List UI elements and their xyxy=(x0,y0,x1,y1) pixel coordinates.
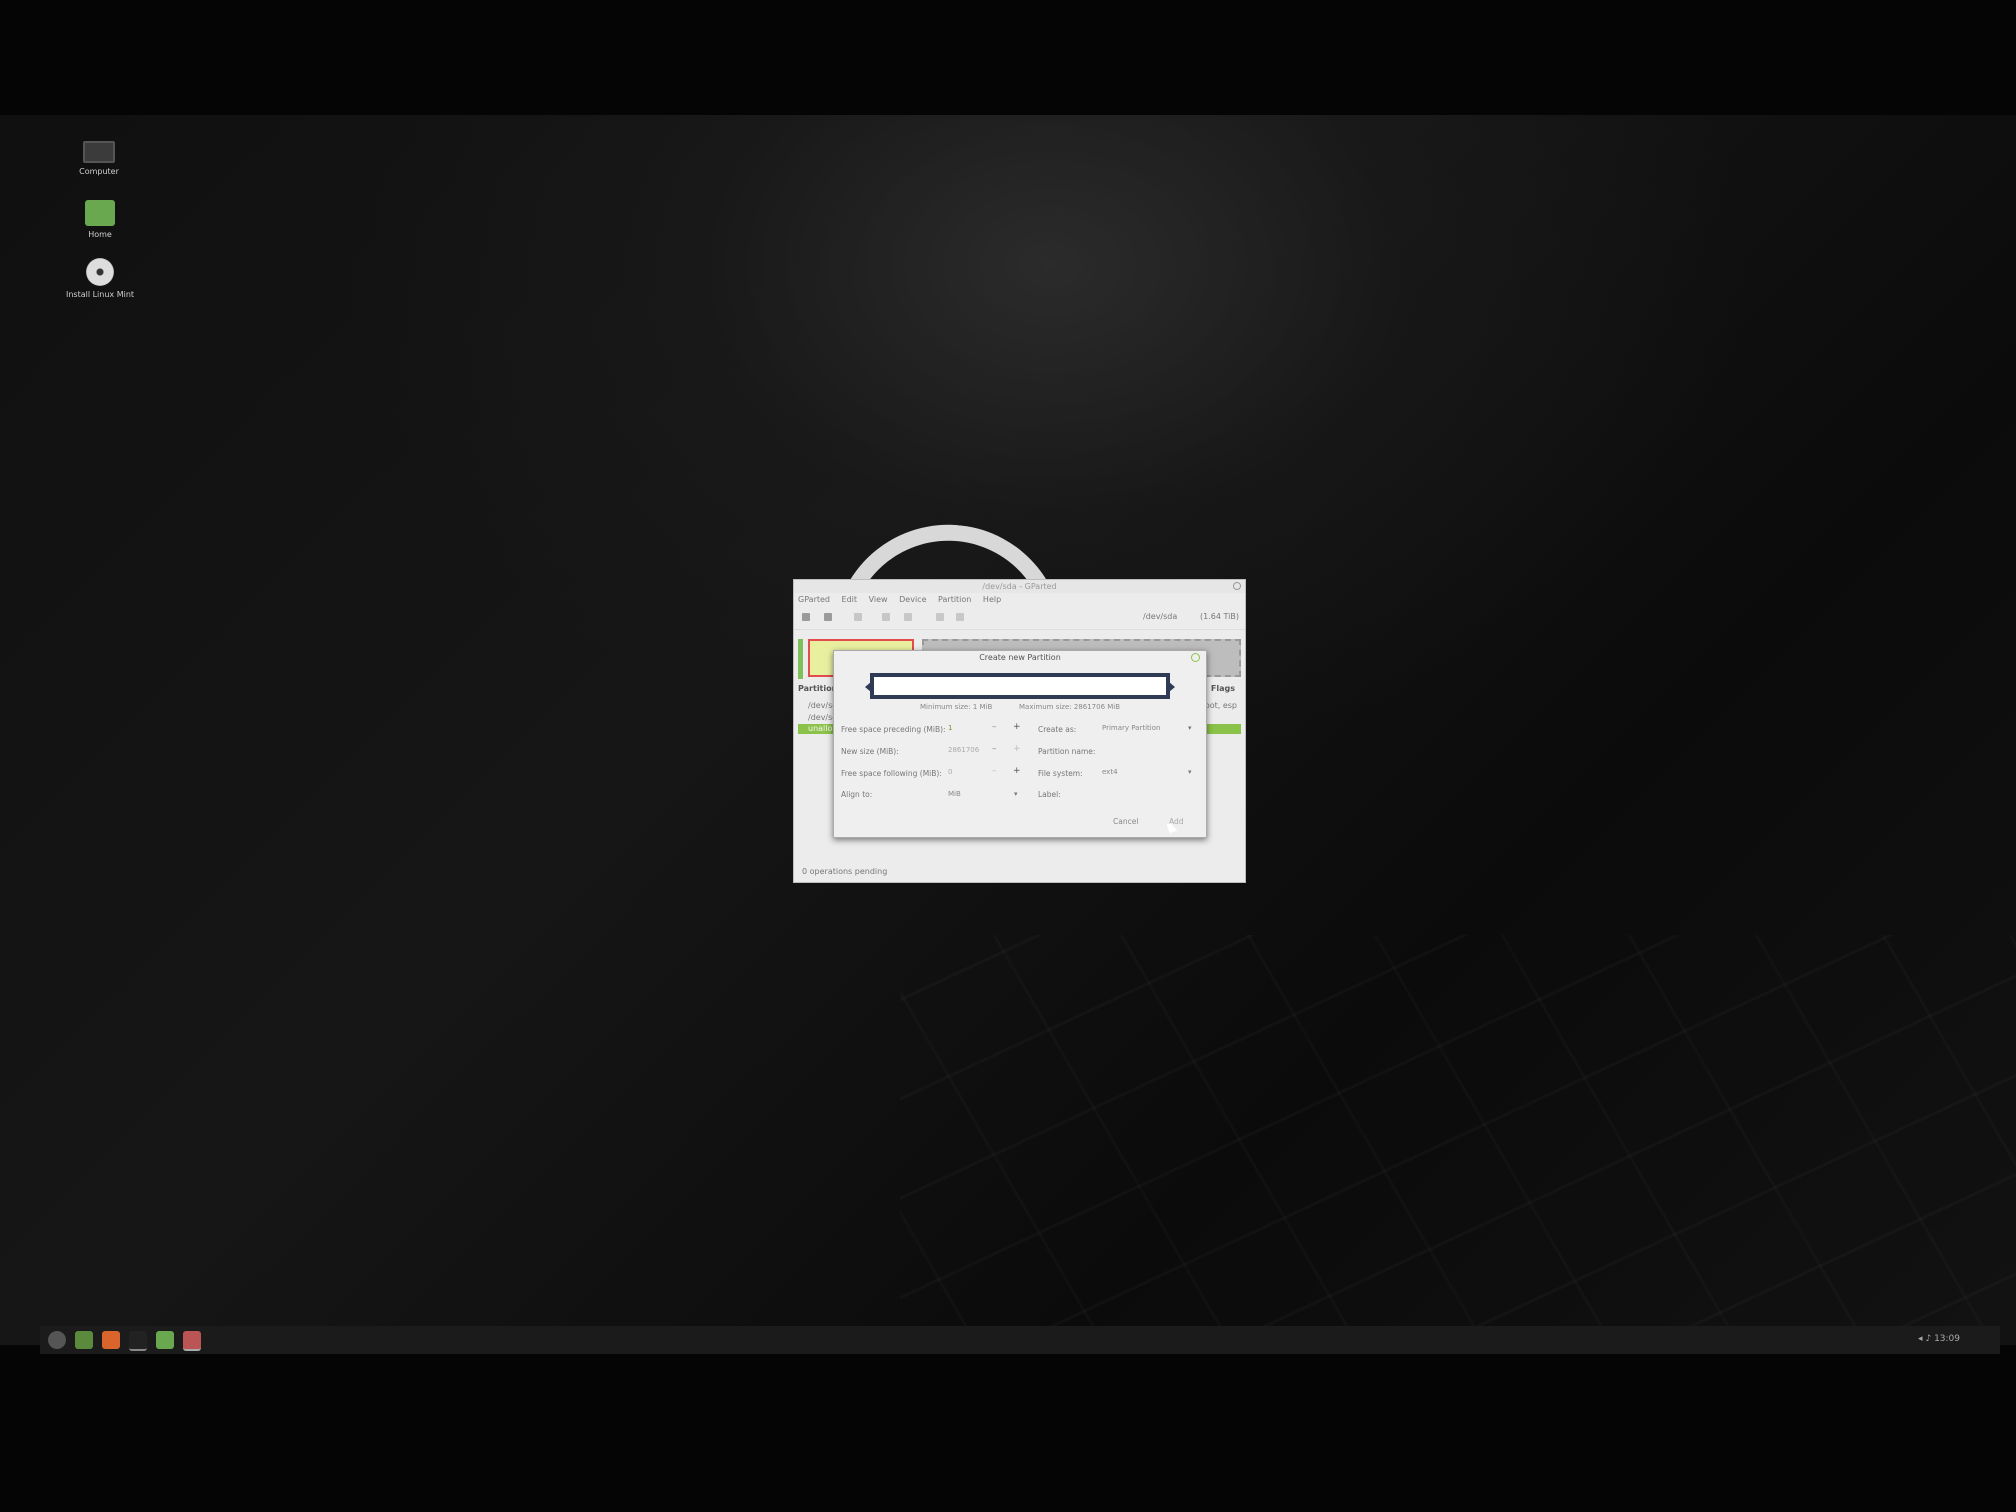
plus-icon[interactable]: + xyxy=(1013,722,1021,732)
menu-icon[interactable] xyxy=(48,1331,66,1349)
minus-icon[interactable]: – xyxy=(992,744,997,754)
new-icon[interactable] xyxy=(802,613,810,621)
desktop-icon-install[interactable]: Install Linux Mint xyxy=(45,258,155,299)
desktop-icon-label: Install Linux Mint xyxy=(65,290,135,299)
gparted-task-icon[interactable] xyxy=(183,1331,201,1351)
file-system-select[interactable]: ext4 xyxy=(1102,768,1118,776)
menu-help[interactable]: Help xyxy=(983,595,1001,604)
free-space-following-label: Free space following (MiB): xyxy=(841,769,942,778)
partition-block-efi[interactable] xyxy=(798,639,803,679)
close-icon[interactable] xyxy=(1233,582,1241,590)
desktop-icon-computer[interactable]: Computer xyxy=(44,141,154,176)
free-space-preceding-label: Free space preceding (MiB): xyxy=(841,725,946,734)
align-to-label: Align to: xyxy=(841,790,873,799)
status-bar: 0 operations pending xyxy=(802,867,888,876)
files-icon[interactable] xyxy=(156,1331,174,1349)
new-size-field[interactable]: 2861706 xyxy=(948,746,979,754)
menu-partition[interactable]: Partition xyxy=(938,595,971,604)
device-name: /dev/sda xyxy=(1143,612,1178,621)
toolbar: /dev/sda (1.64 TiB) xyxy=(794,607,1245,630)
network-icon[interactable]: ◂ xyxy=(1918,1334,1923,1344)
minus-icon[interactable]: – xyxy=(992,722,997,732)
resize-icon[interactable] xyxy=(854,613,862,621)
show-desktop-icon[interactable] xyxy=(75,1331,93,1349)
chevron-down-icon[interactable]: ▾ xyxy=(1014,790,1018,798)
dialog-titlebar[interactable]: Create new Partition xyxy=(834,651,1206,665)
create-as-select[interactable]: Primary Partition xyxy=(1102,724,1160,732)
file-system-label: File system: xyxy=(1038,769,1083,778)
plus-icon[interactable]: + xyxy=(1013,766,1021,776)
label-label: Label: xyxy=(1038,790,1061,799)
left-handle-icon[interactable] xyxy=(865,682,871,692)
taskbar: ◂ ♪ 13:09 xyxy=(40,1326,2000,1354)
clock[interactable]: 13:09 xyxy=(1934,1334,1960,1344)
monitor-icon xyxy=(83,141,115,163)
desktop-icon-label: Computer xyxy=(79,167,119,176)
desktop-icon-home[interactable]: Home xyxy=(45,200,155,239)
window-title: /dev/sda - GParted xyxy=(982,582,1057,591)
menu-view[interactable]: View xyxy=(869,595,888,604)
plus-icon[interactable]: + xyxy=(1013,744,1021,754)
delete-icon[interactable] xyxy=(824,613,832,621)
right-handle-icon[interactable] xyxy=(1169,682,1175,692)
close-icon[interactable] xyxy=(1191,653,1200,662)
terminal-icon[interactable] xyxy=(129,1331,147,1351)
partition-name-label: Partition name: xyxy=(1038,747,1096,756)
device-size: (1.64 TiB) xyxy=(1200,612,1239,621)
copy-icon[interactable] xyxy=(882,613,890,621)
free-space-following-field[interactable]: 0 xyxy=(948,768,952,776)
menu-gparted[interactable]: GParted xyxy=(798,595,830,604)
apply-icon[interactable] xyxy=(956,613,964,621)
paste-icon[interactable] xyxy=(904,613,912,621)
free-space-preceding-field[interactable]: 1 xyxy=(948,724,952,732)
chevron-down-icon[interactable]: ▾ xyxy=(1188,768,1192,776)
chevron-down-icon[interactable]: ▾ xyxy=(1188,724,1192,732)
window-titlebar[interactable]: /dev/sda - GParted xyxy=(794,580,1245,593)
system-tray: ◂ ♪ 13:09 xyxy=(1918,1334,1960,1344)
device-selector[interactable]: /dev/sda (1.64 TiB) xyxy=(1129,612,1239,624)
wallpaper-pattern xyxy=(900,935,2016,1345)
volume-icon[interactable]: ♪ xyxy=(1925,1334,1931,1344)
column-partition[interactable]: Partition xyxy=(798,684,837,693)
minus-icon[interactable]: – xyxy=(992,766,997,776)
menu-bar: GParted Edit View Device Partition Help xyxy=(794,593,1245,607)
column-flags[interactable]: Flags xyxy=(1211,684,1235,693)
menu-device[interactable]: Device xyxy=(899,595,926,604)
folder-icon xyxy=(85,200,115,226)
dialog-title: Create new Partition xyxy=(979,653,1061,662)
firefox-icon[interactable] xyxy=(102,1331,120,1349)
menu-edit[interactable]: Edit xyxy=(842,595,858,604)
maximum-size: Maximum size: 2861706 MiB xyxy=(1019,703,1121,711)
minimum-size: Minimum size: 1 MiB xyxy=(920,703,993,711)
new-size-label: New size (MiB): xyxy=(841,747,899,756)
partition-size-slider[interactable] xyxy=(865,673,1175,699)
desktop-icon-label: Home xyxy=(88,230,112,239)
create-as-label: Create as: xyxy=(1038,725,1077,734)
align-to-select[interactable]: MiB xyxy=(948,790,961,798)
undo-icon[interactable] xyxy=(936,613,944,621)
create-partition-dialog: Create new Partition Minimum size: 1 MiB… xyxy=(833,650,1207,838)
disc-icon xyxy=(86,258,114,286)
cancel-button[interactable]: Cancel xyxy=(1113,817,1138,826)
